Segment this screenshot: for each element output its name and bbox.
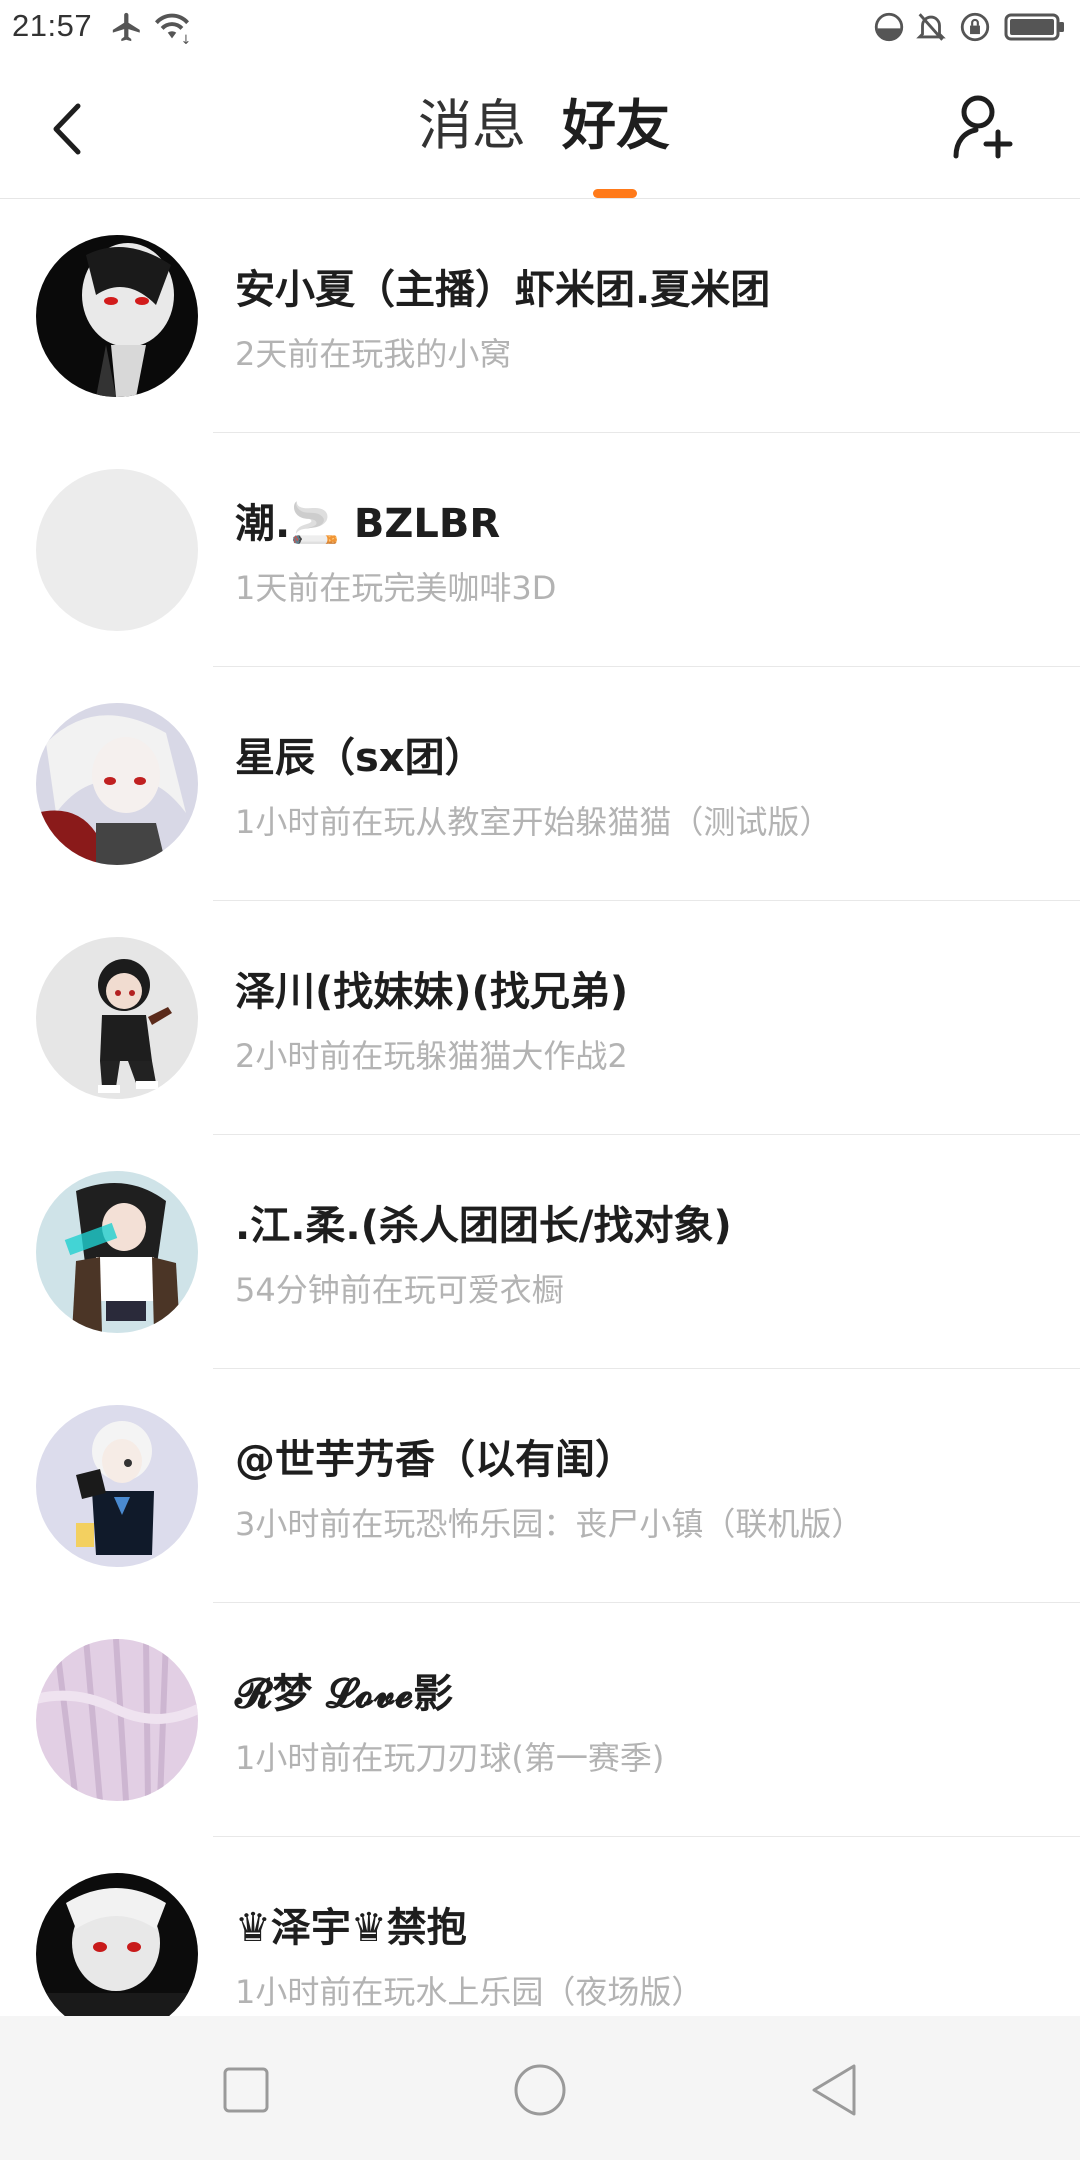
- friend-name: 星辰（sx团）: [235, 735, 485, 781]
- friend-item[interactable]: 泽川(找妹妹)(找兄弟) 2小时前在玩躲猫猫大作战2: [0, 901, 1080, 1135]
- avatar[interactable]: [36, 1171, 198, 1333]
- system-nav-bar: [0, 2016, 1080, 2160]
- status-time: 21:57: [12, 8, 93, 43]
- airplane-icon: [110, 10, 144, 48]
- battery-icon: [1004, 10, 1066, 48]
- recents-square-icon: [216, 2067, 276, 2124]
- friend-item[interactable]: 潮.🚬 BZLBR 1天前在玩完美咖啡3D: [0, 433, 1080, 667]
- friend-name: 潮.🚬 BZLBR: [235, 501, 501, 547]
- data-saver-icon: [872, 10, 906, 48]
- add-friend-button[interactable]: [950, 92, 1016, 162]
- home-circle-icon: [510, 2064, 570, 2124]
- avatar[interactable]: [36, 1873, 198, 2035]
- svg-text:↓: ↓: [181, 33, 192, 44]
- status-bar: 21:57 ↓: [0, 0, 1080, 56]
- mute-icon: [914, 10, 948, 48]
- recents-button[interactable]: [216, 2060, 276, 2120]
- header: 消息 好友: [0, 56, 1080, 199]
- tab-messages[interactable]: 消息: [418, 94, 526, 158]
- home-button[interactable]: [510, 2060, 570, 2120]
- friend-name: 𝓡梦 𝓛𝓸𝓿𝓮影: [235, 1671, 454, 1717]
- friend-status: 1小时前在玩刀刃球(第一赛季): [235, 1739, 665, 1777]
- friend-status: 54分钟前在玩可爱衣橱: [235, 1271, 564, 1309]
- active-tab-indicator: [593, 189, 637, 198]
- friend-status: 1小时前在玩水上乐园（夜场版）: [235, 1973, 704, 2011]
- friend-name: 安小夏（主播）虾米团.夏米团: [235, 267, 771, 313]
- add-friend-icon: [950, 95, 1016, 166]
- avatar[interactable]: [36, 937, 198, 1099]
- friend-name: 泽川(找妹妹)(找兄弟): [235, 969, 629, 1015]
- avatar[interactable]: [36, 1639, 198, 1801]
- avatar[interactable]: [36, 469, 198, 631]
- avatar[interactable]: [36, 1405, 198, 1567]
- back-triangle-icon: [804, 2064, 864, 2124]
- lock-rotation-icon: [958, 10, 992, 48]
- friend-status: 1天前在玩完美咖啡3D: [235, 569, 557, 607]
- friend-item[interactable]: .江.柔.(杀人团团长/找对象) 54分钟前在玩可爱衣橱: [0, 1135, 1080, 1369]
- friend-name: @世芋艿香（以有闺）: [235, 1437, 635, 1483]
- friend-item[interactable]: 𝓡梦 𝓛𝓸𝓿𝓮影 1小时前在玩刀刃球(第一赛季): [0, 1603, 1080, 1837]
- friend-item[interactable]: 安小夏（主播）虾米团.夏米团 2天前在玩我的小窝: [0, 199, 1080, 433]
- friend-name: ♛泽宇♛禁抱: [235, 1905, 467, 1951]
- avatar[interactable]: [36, 703, 198, 865]
- chevron-left-icon: [40, 103, 100, 168]
- friend-status: 2天前在玩我的小窝: [235, 335, 512, 373]
- back-nav-button[interactable]: [804, 2060, 864, 2120]
- friend-name: .江.柔.(杀人团团长/找对象): [235, 1203, 732, 1249]
- friend-status: 2小时前在玩躲猫猫大作战2: [235, 1037, 628, 1075]
- friend-item[interactable]: @世芋艿香（以有闺） 3小时前在玩恐怖乐园：丧尸小镇（联机版）: [0, 1369, 1080, 1603]
- avatar[interactable]: [36, 235, 198, 397]
- friend-status: 1小时前在玩从教室开始躲猫猫（测试版）: [235, 803, 832, 841]
- back-button[interactable]: [40, 94, 100, 164]
- friend-status: 3小时前在玩恐怖乐园：丧尸小镇（联机版）: [235, 1505, 864, 1543]
- friend-item[interactable]: 星辰（sx团） 1小时前在玩从教室开始躲猫猫（测试版）: [0, 667, 1080, 901]
- tab-friends[interactable]: 好友: [562, 94, 670, 158]
- wifi-icon: ↓: [152, 10, 192, 48]
- friend-list: 安小夏（主播）虾米团.夏米团 2天前在玩我的小窝 潮.🚬 BZLBR 1天前在玩…: [0, 199, 1080, 2071]
